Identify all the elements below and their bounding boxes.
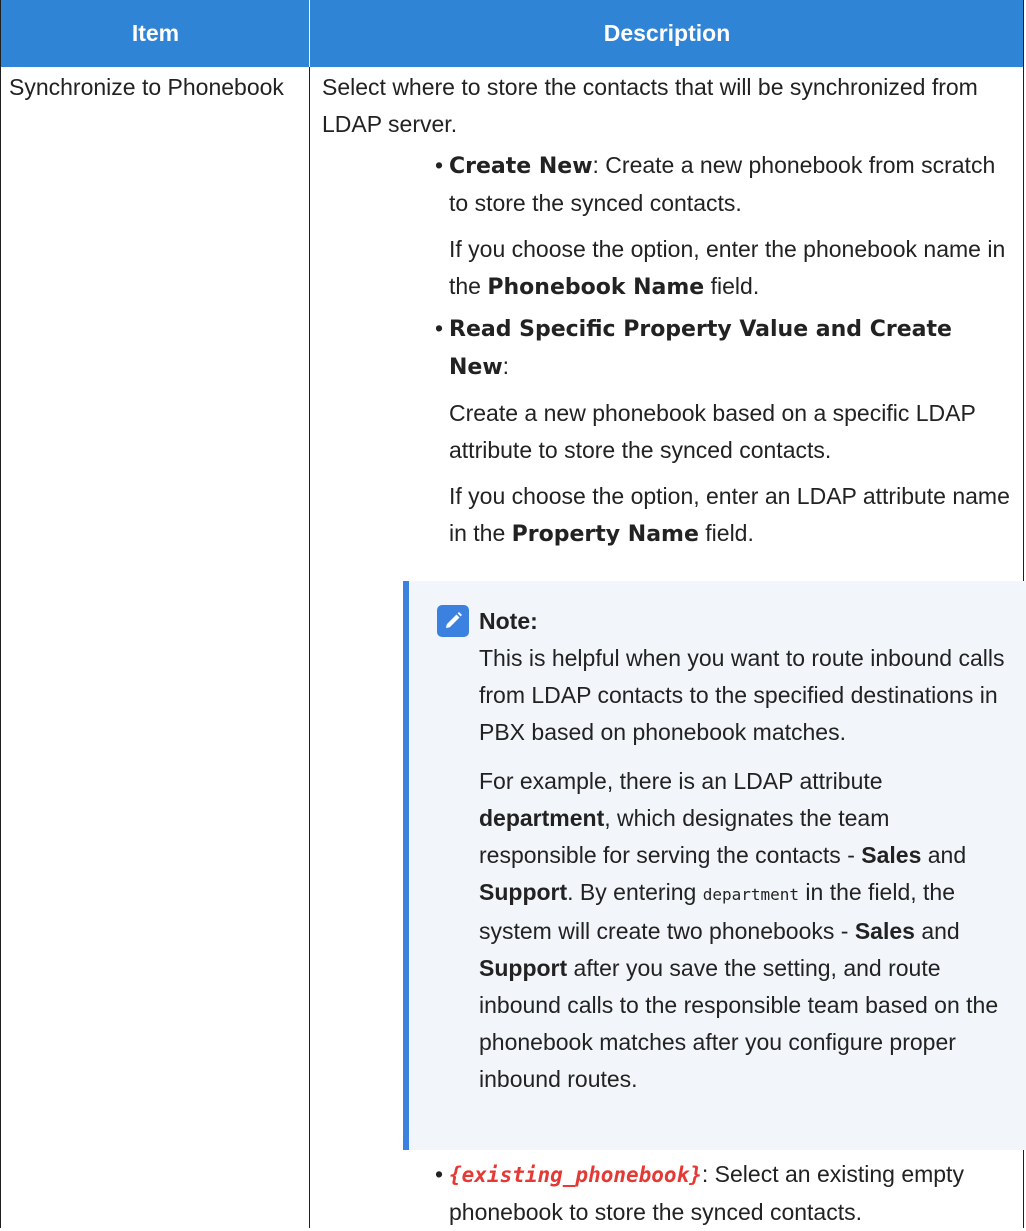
option-read-property-detail: If you choose the option, enter an LDAP …: [322, 478, 1012, 553]
detail-text-end: field.: [704, 273, 759, 299]
bullet: •: [432, 1156, 446, 1193]
edit-note-icon: [437, 605, 469, 637]
option-read-property: • Read Specific Property Value and Creat…: [322, 310, 1012, 386]
option-existing-phonebook: • {existing_phonebook}: Select an existi…: [322, 1156, 1012, 1231]
option-text: :: [503, 353, 509, 379]
option-title: Read Specific Property Value and Create …: [449, 317, 952, 380]
variable-placeholder: {existing_phonebook}: [449, 1163, 702, 1187]
description-cell: Select where to store the contacts that …: [322, 69, 1012, 1231]
description-intro: Select where to store the contacts that …: [322, 69, 1012, 143]
option-create-new: • Create New: Create a new phonebook fro…: [322, 147, 1012, 222]
field-name: Phonebook Name: [487, 275, 704, 300]
settings-table: Item Description Synchronize to Phoneboo…: [0, 0, 1024, 1228]
option-list: • Create New: Create a new phonebook fro…: [322, 147, 1012, 1231]
note-example: For example, there is an LDAP attribute …: [479, 763, 1012, 1098]
note-box: Note: This is helpful when you want to r…: [403, 581, 1026, 1150]
column-divider: [309, 67, 310, 1228]
detail-text-end: field.: [699, 520, 754, 546]
bullet: •: [432, 310, 446, 347]
item-cell: Synchronize to Phonebook: [9, 69, 299, 106]
inline-code: department: [703, 885, 799, 904]
bullet: •: [432, 147, 446, 184]
header-description: Description: [310, 0, 1024, 67]
option-read-property-desc: Create a new phonebook based on a specif…: [322, 395, 1012, 469]
header-item: Item: [1, 0, 310, 67]
field-name: Property Name: [512, 522, 699, 547]
option-title: Create New: [449, 154, 593, 179]
note-paragraph: This is helpful when you want to route i…: [479, 640, 1012, 751]
note-title: Note:: [479, 603, 1012, 640]
table-header: Item Description: [1, 0, 1023, 67]
option-create-new-detail: If you choose the option, enter the phon…: [322, 231, 1012, 306]
